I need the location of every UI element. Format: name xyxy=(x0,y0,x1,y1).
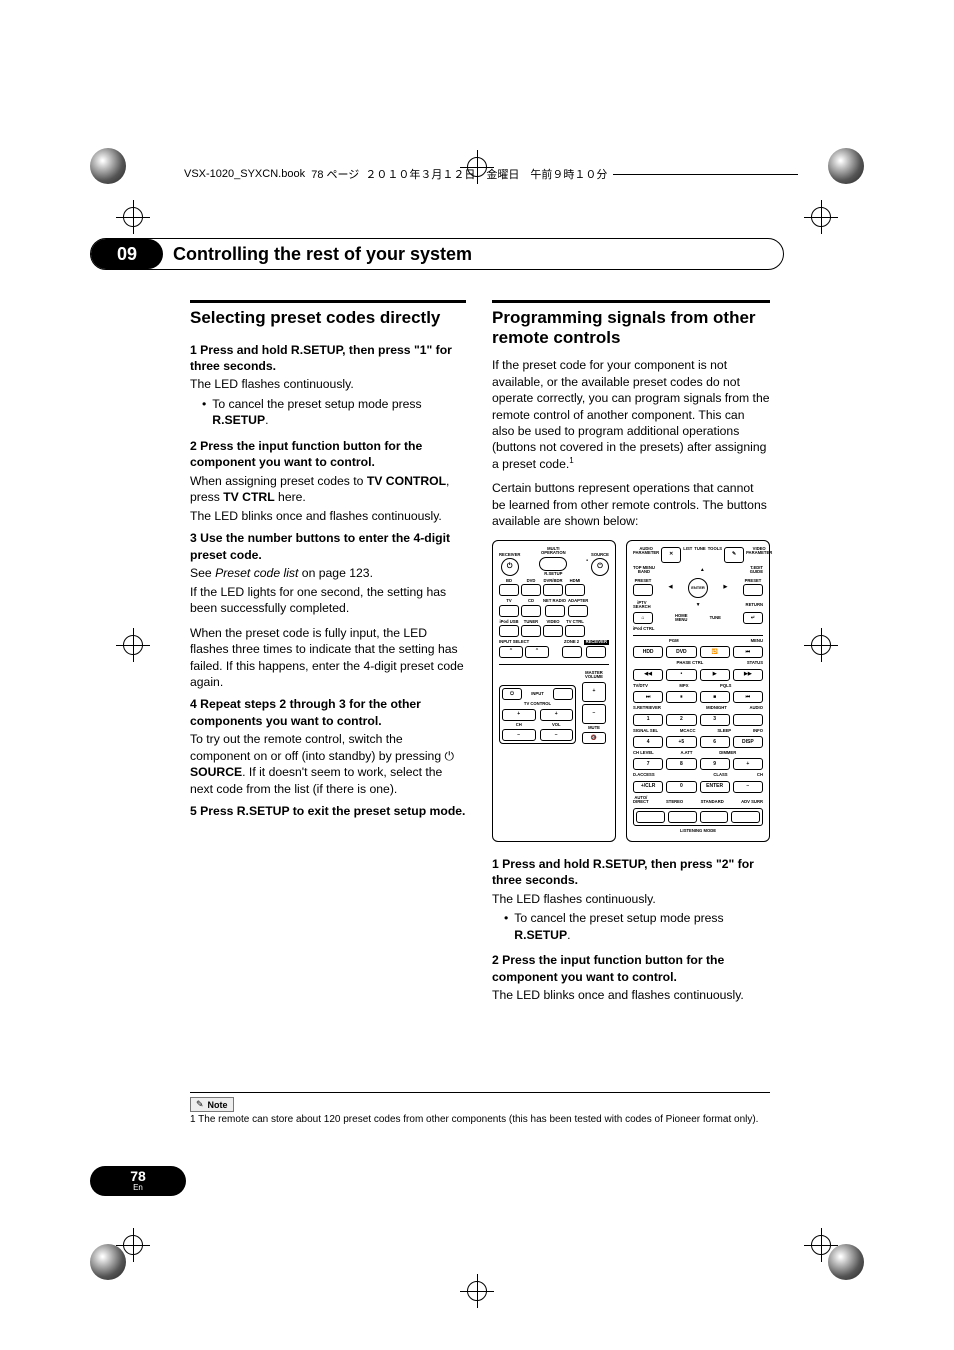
chapter-heading: 09 Controlling the rest of your system xyxy=(90,238,784,270)
return-icon: ↵ xyxy=(743,612,763,624)
date-jp: ２０１０年３月１２日 金曜日 午前９時１０分 xyxy=(365,166,607,182)
step-1: 1 Press and hold R.SETUP, then press "2"… xyxy=(492,857,754,887)
skip-back-icon: ⏮ xyxy=(733,691,763,703)
step-5: 5 Press R.SETUP to exit the preset setup… xyxy=(190,804,465,818)
play-icon: ▶ xyxy=(700,669,730,681)
step-1: 1 Press and hold R.SETUP, then press "1"… xyxy=(190,343,452,373)
source-file-header: VSX-1020_SYXCN.book 78 ページ ２０１０年３月１２日 金曜… xyxy=(184,166,804,182)
pencil-icon: ✎ xyxy=(724,547,744,563)
rewind-icon: ◀◀ xyxy=(633,669,663,681)
step-2-desc: The LED blinks once and flashes continuo… xyxy=(190,508,466,524)
step-2: 2 Press the input function button for th… xyxy=(492,953,724,983)
right-arrow-icon: ▶ xyxy=(724,584,728,591)
step-2: 2 Press the input function button for th… xyxy=(190,439,422,469)
pause-icon: ⏸ xyxy=(666,691,696,703)
chapter-number: 09 xyxy=(91,239,163,269)
page-number: 78 xyxy=(130,1169,146,1184)
chapter-title: Controlling the rest of your system xyxy=(163,244,472,265)
multi-op-button xyxy=(539,557,567,571)
stop-icon: ■ xyxy=(700,691,730,703)
footnote: ✎Note 1 The remote can store about 120 p… xyxy=(190,1092,770,1127)
page-number-tab: 78 En xyxy=(90,1166,186,1196)
left-arrow-icon: ◀ xyxy=(669,584,673,591)
enter-button: ENTER xyxy=(688,578,708,598)
skip-fwd-icon: ⏭ xyxy=(633,691,663,703)
remote-right: AUDIO PARAMETER ✕ LIST TUNE TOOLS ✎ VIDE… xyxy=(626,540,770,842)
power-icon: ⏻ xyxy=(445,749,455,763)
right-column: Programming signals from other remote co… xyxy=(492,300,770,1004)
page-jp: 78 ページ xyxy=(311,166,359,182)
down-arrow-icon: ▼ xyxy=(696,602,701,609)
step-4: 4 Repeat steps 2 through 3 for the other… xyxy=(190,697,421,727)
remote-control-figure: RECEIVER⏻ MULTI OPERATIONR.SETUP • SOURC… xyxy=(492,540,770,842)
ffwd-icon: ▶▶ xyxy=(733,669,763,681)
prev-icon: ⏮ xyxy=(733,646,763,658)
mute-icon: 🔇 xyxy=(582,732,606,744)
repeat-icon: 🔁 xyxy=(700,646,730,658)
receiver-power-button: ⏻ xyxy=(501,558,519,576)
footnote-text: 1 The remote can store about 120 preset … xyxy=(190,1114,770,1127)
source-power-button: ⏻ xyxy=(591,558,609,576)
section-heading: Programming signals from other remote co… xyxy=(492,308,770,347)
tv-power-button: ⏻ xyxy=(502,688,522,700)
x-icon: ✕ xyxy=(661,547,681,563)
page-lang: En xyxy=(133,1184,143,1192)
step-1-desc: The LED flashes continuously. xyxy=(190,376,466,392)
home-icon: ⌂ xyxy=(633,612,653,624)
remote-left: RECEIVER⏻ MULTI OPERATIONR.SETUP • SOURC… xyxy=(492,540,616,842)
file-name: VSX-1020_SYXCN.book xyxy=(184,168,305,180)
left-column: Selecting preset codes directly 1 Press … xyxy=(190,300,466,1004)
note-icon: ✎ xyxy=(196,1099,204,1110)
step-3: 3 Use the number buttons to enter the 4-… xyxy=(190,531,450,561)
footnote-ref: 1 xyxy=(569,456,573,465)
section-heading: Selecting preset codes directly xyxy=(190,308,466,328)
up-arrow-icon: ▲ xyxy=(700,567,705,574)
